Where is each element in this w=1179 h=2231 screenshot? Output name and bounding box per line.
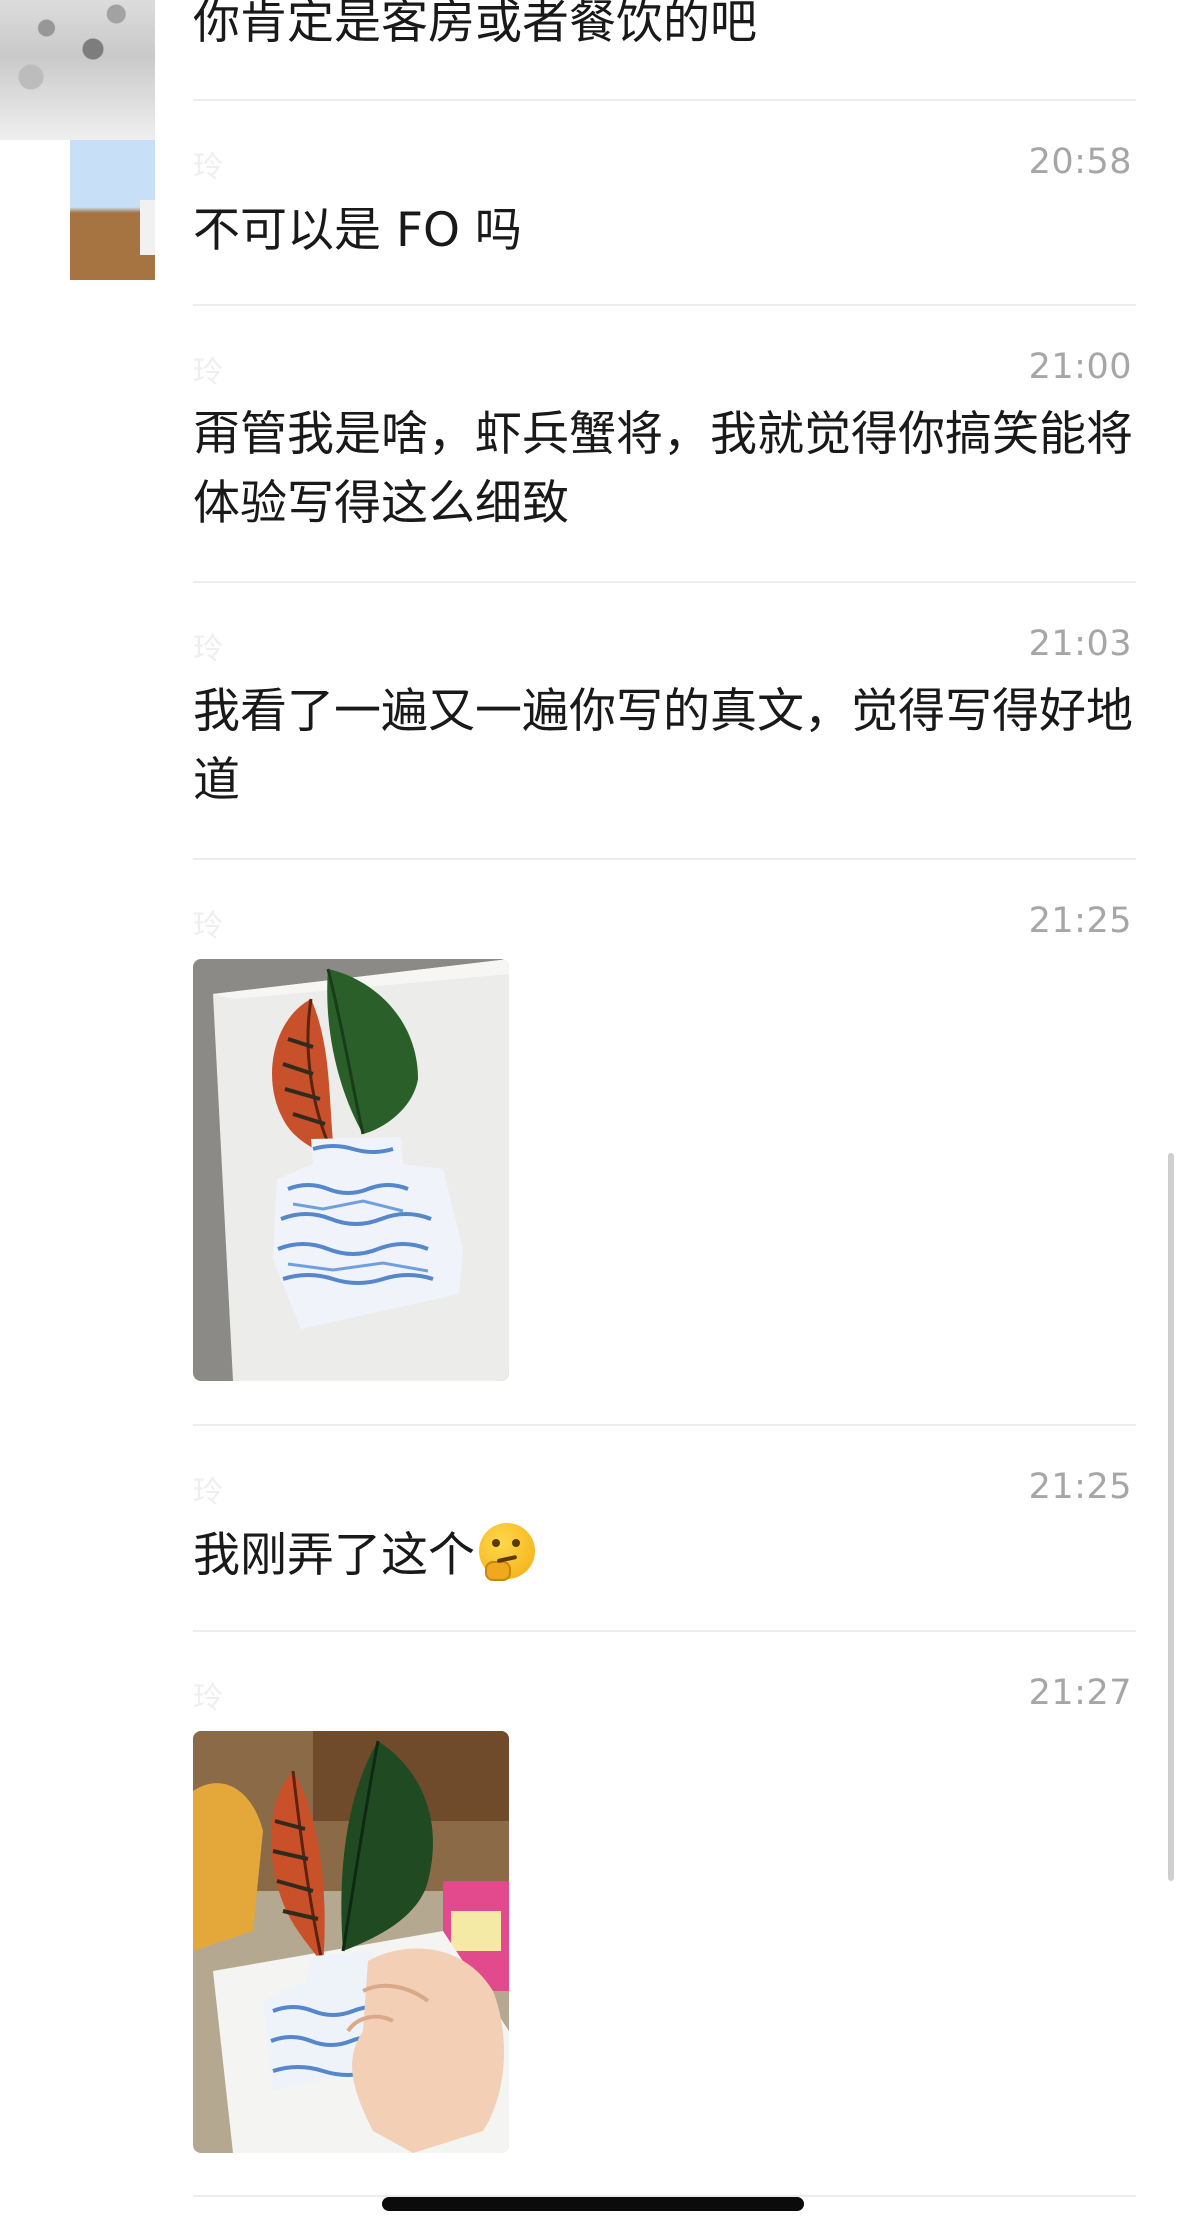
message-time: 21:25 (1028, 901, 1132, 941)
sender-name: 玲 (193, 150, 223, 185)
message-item[interactable]: 玲 21:25 (193, 859, 1136, 1425)
message-text: 不可以是 FO 吗 (193, 203, 522, 258)
avatar-blurred-image (0, 0, 155, 140)
vertical-scrollbar[interactable] (1168, 1153, 1174, 1881)
message-time: 21:27 (1028, 1673, 1132, 1713)
message-item[interactable]: 玲 21:25 我刚弄了这个 (193, 1425, 1136, 1630)
message-text-row: 我刚弄了这个 (193, 1521, 1136, 1590)
sender-name: 玲 (193, 632, 223, 667)
sender-name: 玲 (193, 1475, 223, 1510)
thinking-face-emoji (479, 1523, 535, 1581)
message-item[interactable]: 玲 20:58 不可以是 FO 吗 (193, 100, 1136, 305)
message-time: 21:03 (1028, 624, 1132, 664)
message-item[interactable]: 玲 21:00 甭管我是啥，虾兵蟹将，我就觉得你搞笑能将体验写得这么细致 (193, 305, 1136, 581)
sender-avatar[interactable] (0, 0, 160, 285)
message-time: 21:00 (1028, 347, 1132, 387)
emoji-hand-shape (485, 1561, 511, 1581)
sender-name: 玲 (193, 355, 223, 390)
message-text: 我刚弄了这个 (193, 1528, 475, 1583)
message-time: 21:25 (1028, 1467, 1132, 1507)
message-time: 20:58 (1028, 142, 1132, 182)
chat-record-page: 你肯定是客房或者餐饮的吧 玲 20:58 不可以是 FO 吗 玲 21:00 甭… (0, 0, 1179, 2231)
message-text: 我看了一遍又一遍你写的真文，觉得写得好地道 (193, 684, 1133, 808)
leaf-vase-collage-photo[interactable] (193, 959, 509, 1381)
leaf-vase-collage-in-hand-photo[interactable] (193, 1731, 509, 2153)
message-item[interactable]: 你肯定是客房或者餐饮的吧 (193, 0, 1136, 100)
message-text: 你肯定是客房或者餐饮的吧 (193, 0, 757, 50)
home-indicator[interactable] (382, 2197, 804, 2211)
sender-name: 玲 (193, 909, 223, 944)
message-item[interactable]: 玲 21:03 我看了一遍又一遍你写的真文，觉得写得好地道 (193, 582, 1136, 858)
avatar-edge (140, 200, 155, 255)
message-text: 甭管我是啥，虾兵蟹将，我就觉得你搞笑能将体验写得这么细致 (193, 407, 1133, 531)
sender-name: 玲 (193, 1681, 223, 1716)
message-item[interactable]: 玲 21:27 (193, 1631, 1136, 2197)
